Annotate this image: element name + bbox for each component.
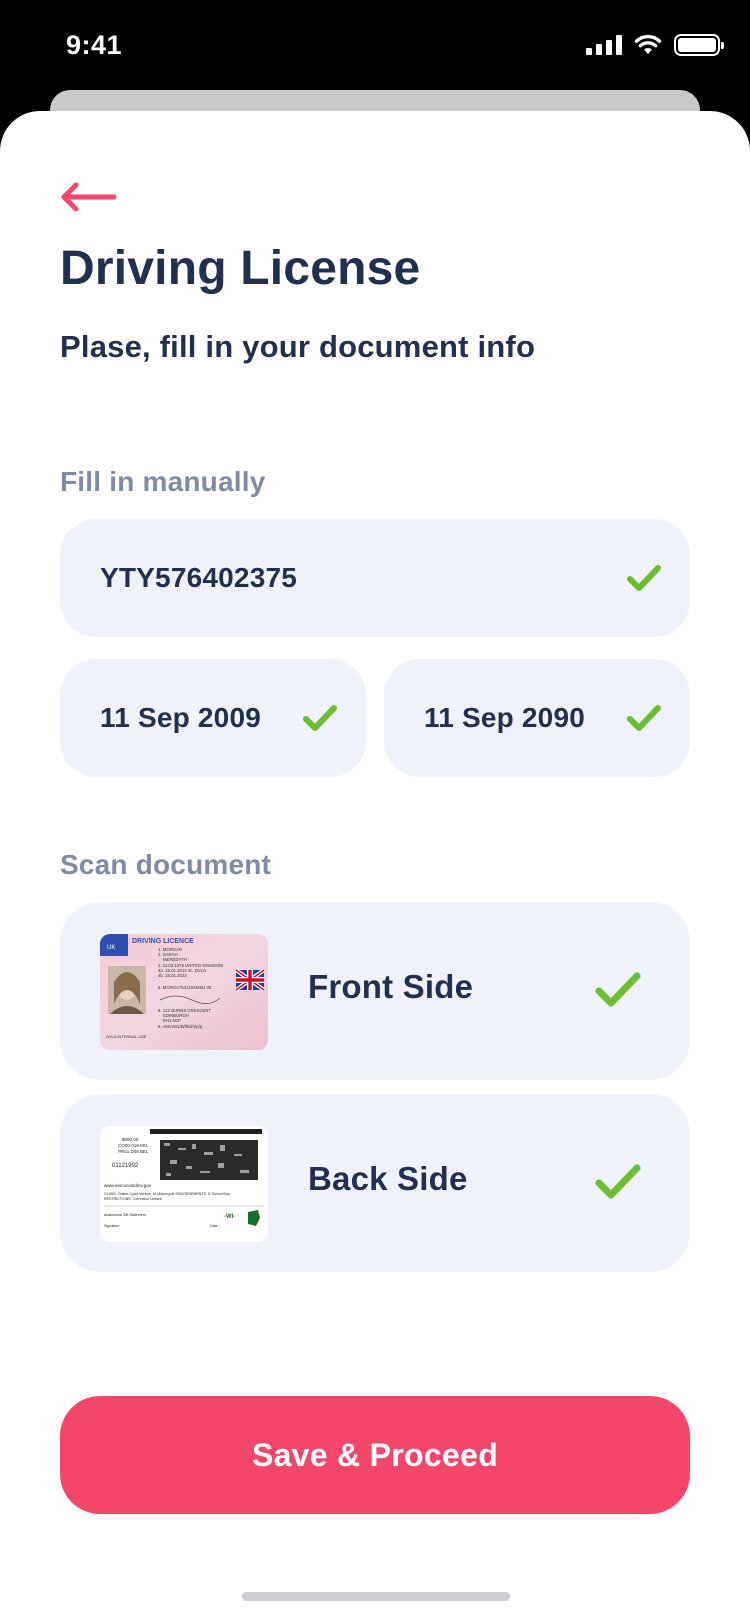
page-subtitle: Plase, fill in your document info (60, 329, 536, 364)
back-arrow-icon (61, 182, 117, 212)
svg-text:MEREDYTH: MEREDYTH (163, 957, 187, 962)
uk-flag-icon (234, 968, 266, 992)
front-side-thumbnail: UK DRIVING LICENCE 1. MORGAN 2. SARAH ME… (100, 934, 268, 1050)
check-icon (627, 565, 661, 591)
signal-icon (586, 35, 622, 55)
back-side-thumbnail: $090.00 CO00-019-001 PR01 D08 BEL 011219… (100, 1126, 268, 1242)
license-number-value: YTY576402375 (100, 562, 298, 593)
svg-text:RESTRICTIONS: Corrective Lense: RESTRICTIONS: Corrective Lenses (104, 1197, 162, 1201)
check-icon (595, 972, 641, 1007)
svg-text:DVLA INTERNAL USE: DVLA INTERNAL USE (106, 1034, 147, 1039)
status-bar: 9:41 (0, 0, 750, 100)
status-icons (586, 34, 724, 56)
svg-text:4b. 18.01.2023: 4b. 18.01.2023 (158, 973, 187, 978)
front-side-label: Front Side (308, 968, 474, 1005)
status-time: 9:41 (66, 30, 123, 60)
home-indicator (242, 1592, 510, 1601)
svg-text:PR01 D08 BEL: PR01 D08 BEL (118, 1149, 149, 1154)
license-number-field[interactable]: YTY576402375 (60, 519, 690, 637)
svg-text:-WI-: -WI- (224, 1214, 235, 1220)
battery-icon (674, 34, 724, 56)
back-side-label: Back Side (308, 1160, 468, 1197)
svg-text:CO00-019-001: CO00-019-001 (118, 1143, 148, 1148)
page-title: Driving License (60, 242, 421, 295)
svg-text:Anatomical Gift Statement: Anatomical Gift Statement (104, 1213, 146, 1217)
save-proceed-button[interactable]: Save & Proceed (60, 1396, 690, 1514)
expiry-date-value: 11 Sep 2090 (424, 702, 585, 733)
thumb-heading: DRIVING LICENCE (132, 938, 194, 945)
back-button[interactable] (56, 175, 120, 215)
scan-section-label: Scan document (60, 849, 272, 880)
svg-text:9. AM/A/B1/B/f/k/l/n/p/q: 9. AM/A/B1/B/f/k/l/n/p/q (158, 1024, 203, 1029)
svg-text:$090.00: $090.00 (122, 1137, 139, 1142)
issue-date-field[interactable]: 11 Sep 2009 (60, 659, 366, 777)
document-sheet: Driving License Plase, fill in your docu… (0, 111, 750, 1624)
front-side-card[interactable]: UK DRIVING LICENCE 1. MORGAN 2. SARAH ME… (60, 902, 690, 1080)
issue-date-value: 11 Sep 2009 (100, 702, 261, 733)
check-icon (627, 705, 661, 731)
manual-section-label: Fill in manually (60, 466, 266, 497)
svg-text:www.wisconsindmv.gov: www.wisconsindmv.gov (104, 1183, 152, 1188)
check-icon (595, 1164, 641, 1199)
check-icon (303, 705, 337, 731)
svg-text:EH1 9GP: EH1 9GP (163, 1018, 181, 1023)
svg-text:Date: Date (210, 1224, 218, 1228)
wifi-icon (634, 34, 662, 54)
thumb-country: UK (107, 945, 115, 951)
expiry-date-field[interactable]: 11 Sep 2090 (384, 659, 690, 777)
back-side-card[interactable]: $090.00 CO00-019-001 PR01 D08 BEL 011219… (60, 1094, 690, 1272)
svg-text:5. MORGA753116SM9IJ 35: 5. MORGA753116SM9IJ 35 (158, 985, 212, 990)
svg-text:Signature: Signature (104, 1224, 119, 1228)
svg-text:CLASS: Online-Cycle Vehicle, M: CLASS: Online-Cycle Vehicle, M-Motorcycl… (104, 1192, 230, 1196)
svg-text:01121992: 01121992 (112, 1163, 139, 1169)
